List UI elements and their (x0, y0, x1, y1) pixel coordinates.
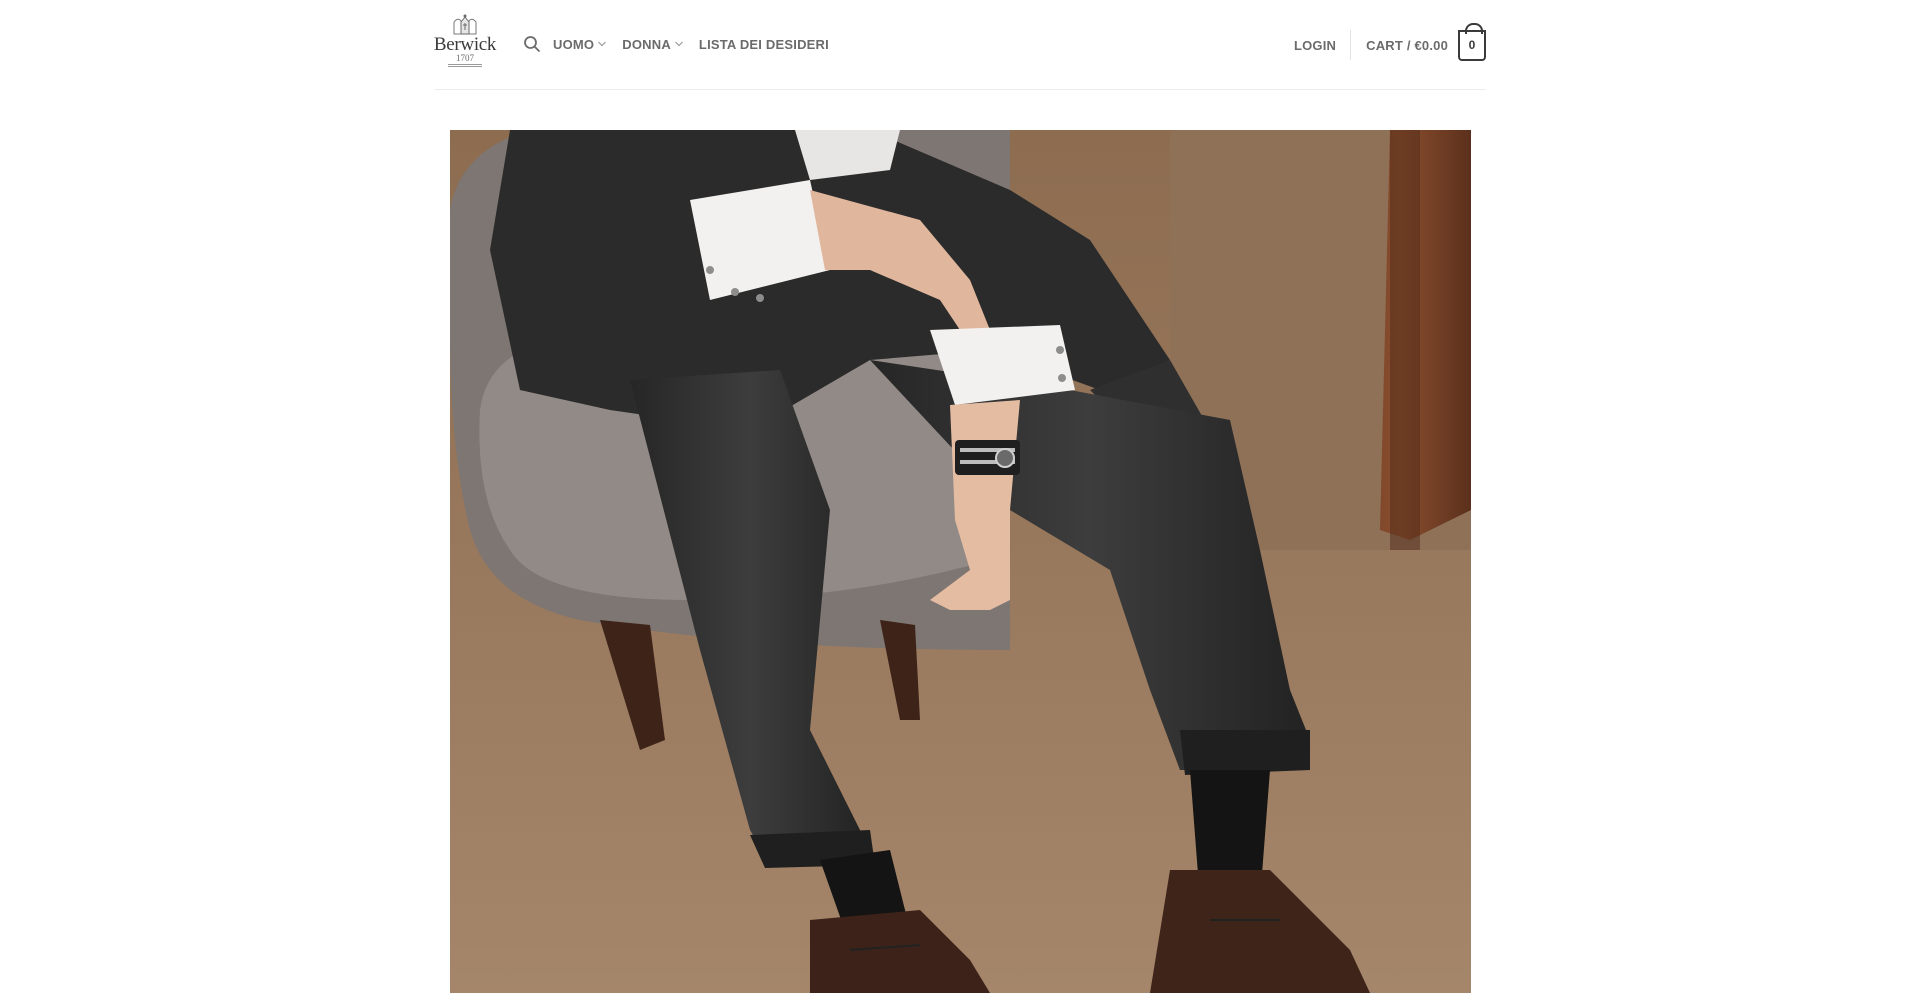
brand-logo[interactable]: Berwick 1707 (433, 14, 497, 74)
header-divider (1350, 30, 1352, 60)
login-link[interactable]: LOGIN (1294, 38, 1350, 53)
hero-photo (450, 130, 1471, 993)
hero-image (450, 130, 1471, 993)
chevron-down-icon (674, 41, 683, 47)
header-actions: LOGIN CART / €0.00 0 (1294, 22, 1486, 62)
cart-count-badge[interactable]: 0 (1458, 22, 1486, 61)
nav-item-label: UOMO (553, 36, 595, 52)
cart-link[interactable]: CART / €0.00 (1366, 38, 1448, 53)
site-header: Berwick 1707 UOMO DONNA LISTA DEI DESIDE… (433, 0, 1486, 90)
crest-logo-icon (453, 14, 477, 35)
nav-item-label: DONNA (622, 36, 671, 52)
nav-item-wishlist[interactable]: LISTA DEI DESIDERI (699, 37, 829, 52)
main-nav: UOMO DONNA LISTA DEI DESIDERI (523, 34, 844, 54)
nav-item-uomo[interactable]: UOMO (553, 37, 607, 52)
brand-name: Berwick (433, 34, 497, 55)
brand-tagline-rule (448, 64, 482, 67)
nav-item-donna[interactable]: DONNA (622, 37, 684, 52)
chevron-down-icon (598, 41, 607, 47)
search-icon[interactable] (523, 35, 541, 53)
nav-item-label: LISTA DEI DESIDERI (698, 36, 829, 52)
brand-year: 1707 (456, 53, 474, 63)
